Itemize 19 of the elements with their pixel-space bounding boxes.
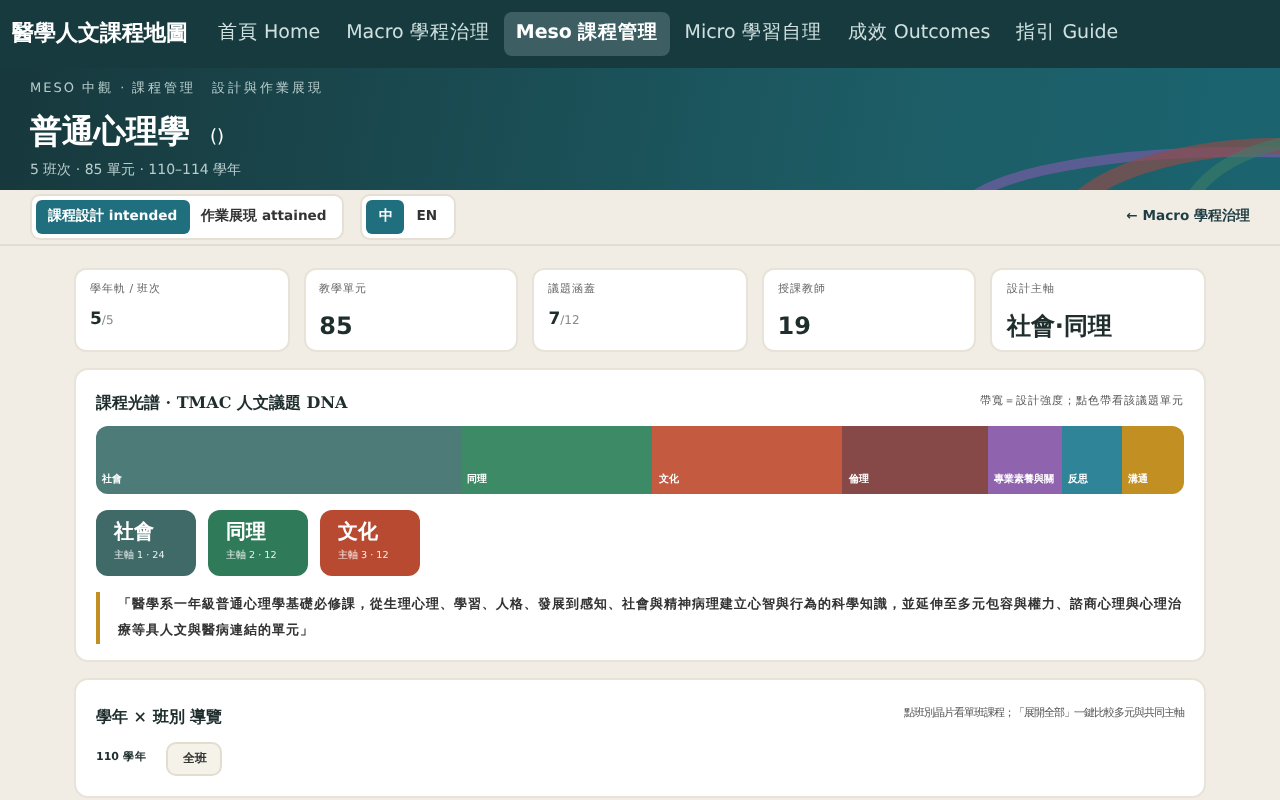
stat-value: 7: [548, 308, 561, 334]
nav-tab[interactable]: 成效 Outcomes: [835, 11, 1003, 57]
axis-name: 文化: [338, 520, 380, 546]
dna-title: 課程光譜 · TMAC 人文議題 DNA: [96, 390, 348, 414]
nav-tab[interactable]: 指引 Guide: [1004, 11, 1131, 57]
brand-title: 醫學人文課程地圖: [12, 17, 188, 50]
stat-value: 19: [777, 310, 811, 345]
nav-tab[interactable]: Meso 課程管理: [503, 11, 671, 57]
axis-name: 同理: [226, 520, 268, 546]
stat-value: 85: [319, 310, 353, 345]
nav-tab[interactable]: 首頁 Home: [206, 11, 333, 57]
stat-value: 5: [90, 308, 102, 334]
overview-title: 學年 × 班別 導覽: [96, 704, 223, 728]
stat-value: 社會·同理: [1006, 310, 1112, 345]
axis-name: 社會: [114, 520, 156, 546]
course-title: 普通心理學: [30, 109, 190, 154]
title-suffix: (): [210, 125, 225, 152]
nav-tab[interactable]: Macro 學程治理: [334, 11, 502, 57]
nav-tab[interactable]: Micro 學習自理: [672, 11, 834, 57]
